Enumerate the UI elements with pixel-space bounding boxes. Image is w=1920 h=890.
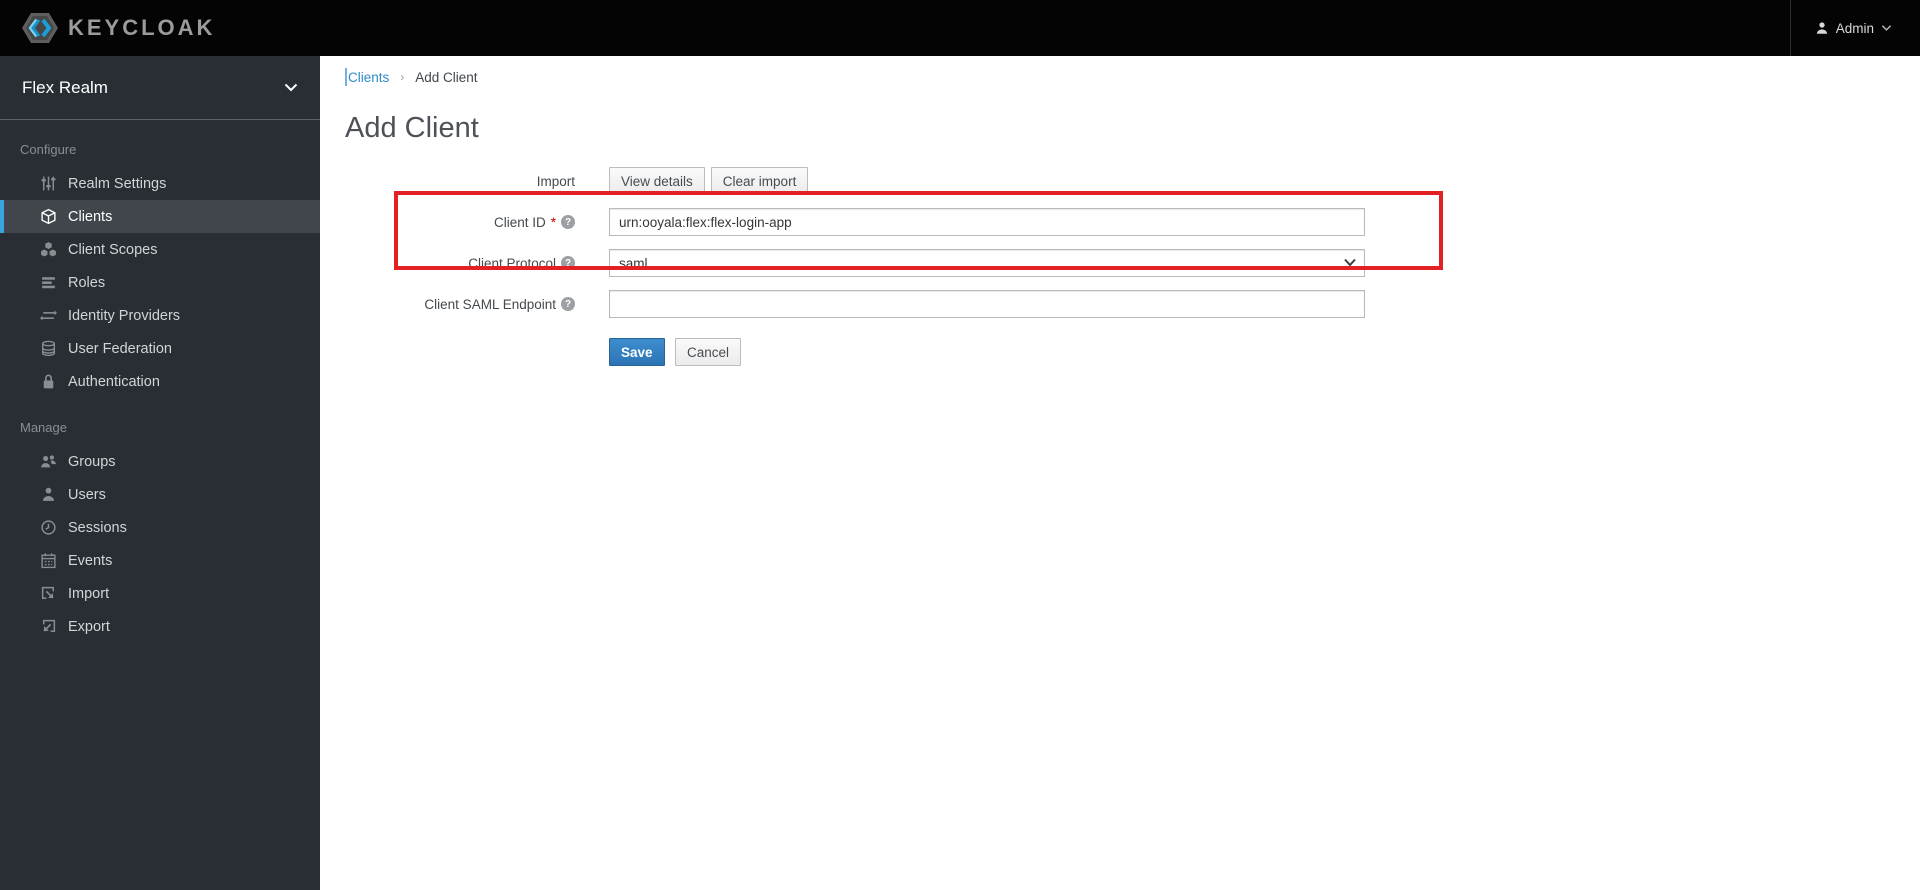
sidebar-item-client-scopes[interactable]: Client Scopes bbox=[0, 233, 320, 266]
sidebar-section-manage: Manage bbox=[20, 420, 67, 435]
admin-user-menu[interactable]: Admin bbox=[1789, 0, 1920, 56]
group-icon bbox=[41, 455, 56, 468]
required-asterisk: * bbox=[550, 214, 556, 230]
client-protocol-row: Client Protocol ? saml bbox=[345, 249, 1920, 277]
calendar-icon bbox=[41, 553, 56, 569]
client-id-row: Client ID * ? bbox=[345, 208, 1920, 236]
breadcrumb-current: Add Client bbox=[415, 69, 478, 85]
clear-import-button[interactable]: Clear import bbox=[710, 167, 809, 195]
breadcrumb-clients-link[interactable]: Clients bbox=[348, 70, 389, 85]
sidebar-item-clients[interactable]: Clients bbox=[0, 200, 320, 233]
cubes-icon bbox=[41, 242, 56, 257]
sidebar-item-groups[interactable]: Groups bbox=[0, 445, 320, 478]
save-button[interactable]: Save bbox=[609, 338, 665, 366]
sliders-icon bbox=[41, 176, 56, 191]
list-bars-icon bbox=[42, 277, 55, 289]
exchange-arrows-icon bbox=[40, 310, 57, 321]
brand-title: KEYCLOAK bbox=[68, 15, 216, 40]
client-protocol-select[interactable]: saml bbox=[609, 249, 1365, 277]
sidebar: Flex Realm Configure Realm Settings Clie… bbox=[0, 56, 320, 890]
export-arrow-icon bbox=[42, 619, 56, 633]
sidebar-item-label: User Federation bbox=[68, 340, 172, 357]
clock-icon bbox=[41, 520, 56, 535]
sidebar-item-label: Roles bbox=[68, 274, 106, 291]
client-saml-endpoint-label: Client SAML Endpoint ? bbox=[345, 297, 575, 312]
sidebar-item-identity-providers[interactable]: Identity Providers bbox=[0, 299, 320, 332]
help-icon[interactable]: ? bbox=[561, 297, 575, 311]
realm-name: Flex Realm bbox=[22, 77, 108, 97]
chevron-down-icon bbox=[284, 83, 298, 92]
sidebar-item-label: Clients bbox=[68, 208, 113, 225]
view-details-button[interactable]: View details bbox=[609, 167, 705, 195]
import-arrow-icon bbox=[41, 586, 55, 600]
user-menu-label: Admin bbox=[1835, 20, 1874, 36]
cancel-button[interactable]: Cancel bbox=[674, 338, 742, 366]
realm-selector[interactable]: Flex Realm bbox=[0, 56, 320, 120]
sidebar-item-label: Import bbox=[68, 585, 110, 602]
form-actions: Save Cancel bbox=[345, 338, 1920, 366]
sidebar-item-sessions[interactable]: Sessions bbox=[0, 511, 320, 544]
sidebar-item-events[interactable]: Events bbox=[0, 544, 320, 577]
sidebar-item-user-federation[interactable]: User Federation bbox=[0, 332, 320, 365]
sidebar-item-label: Authentication bbox=[68, 373, 160, 390]
user-icon bbox=[42, 487, 55, 501]
sidebar-item-label: Sessions bbox=[68, 519, 127, 536]
sidebar-item-label: Identity Providers bbox=[68, 307, 181, 324]
page-title: Add Client bbox=[345, 112, 479, 144]
user-icon bbox=[1816, 22, 1827, 34]
client-saml-endpoint-row: Client SAML Endpoint ? bbox=[345, 290, 1920, 318]
sidebar-item-label: Realm Settings bbox=[68, 175, 167, 192]
keycloak-hexagon-logo bbox=[22, 13, 58, 43]
top-header-bar: KEYCLOAK Admin bbox=[0, 0, 1920, 56]
main-content: Clients › Add Client Add Client Import V… bbox=[320, 56, 1920, 890]
lock-icon bbox=[43, 374, 54, 389]
sidebar-item-label: Export bbox=[68, 618, 110, 635]
sidebar-section-configure: Configure bbox=[20, 142, 77, 157]
sidebar-item-export[interactable]: Export bbox=[0, 610, 320, 643]
sidebar-item-label: Events bbox=[68, 552, 113, 569]
add-client-form: Import View details Clear import Client … bbox=[345, 167, 1920, 366]
breadcrumb: Clients › Add Client bbox=[345, 66, 1920, 88]
sidebar-item-import[interactable]: Import bbox=[0, 577, 320, 610]
import-label: Import bbox=[536, 173, 575, 189]
help-icon[interactable]: ? bbox=[561, 215, 575, 229]
help-icon[interactable]: ? bbox=[561, 256, 575, 270]
sidebar-item-realm-settings[interactable]: Realm Settings bbox=[0, 167, 320, 200]
cube-icon bbox=[41, 208, 56, 225]
sidebar-item-label: Client Scopes bbox=[68, 241, 158, 258]
text-caret bbox=[345, 68, 347, 86]
client-id-label: Client ID * ? bbox=[345, 215, 575, 230]
sidebar-item-roles[interactable]: Roles bbox=[0, 266, 320, 299]
database-icon bbox=[41, 340, 56, 357]
keycloak-brand[interactable]: KEYCLOAK bbox=[0, 10, 215, 46]
sidebar-item-label: Groups bbox=[68, 453, 116, 470]
client-saml-endpoint-input[interactable] bbox=[609, 290, 1365, 318]
chevron-down-icon bbox=[1881, 25, 1892, 31]
breadcrumb-separator-icon: › bbox=[400, 70, 405, 84]
sidebar-item-authentication[interactable]: Authentication bbox=[0, 365, 320, 398]
sidebar-item-label: Users bbox=[68, 486, 106, 503]
sidebar-item-users[interactable]: Users bbox=[0, 478, 320, 511]
import-row: Import View details Clear import bbox=[345, 167, 1920, 195]
client-id-input[interactable] bbox=[609, 208, 1365, 236]
client-protocol-label: Client Protocol ? bbox=[345, 256, 575, 271]
